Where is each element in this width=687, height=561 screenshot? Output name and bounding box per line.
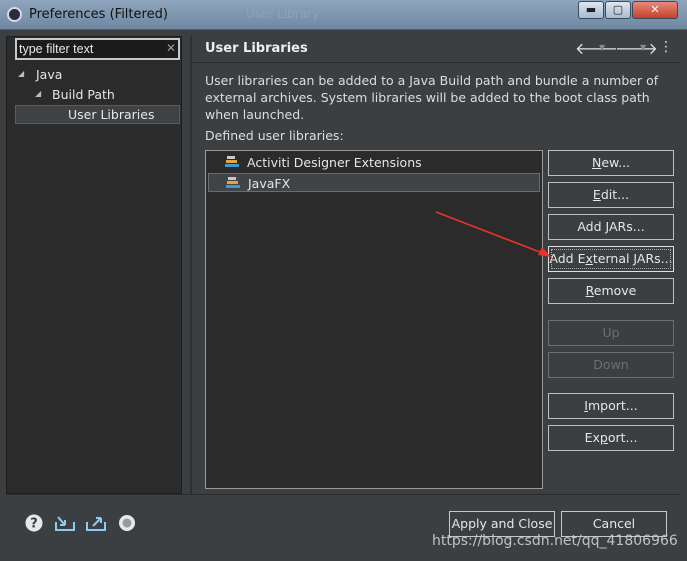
watermark: https://blog.csdn.net/qq_41806966	[432, 533, 678, 549]
library-label: JavaFX	[248, 176, 291, 191]
back-arrow-icon[interactable]: 🡐	[575, 38, 618, 58]
svg-text:?: ?	[30, 517, 38, 532]
window-title: Preferences (Filtered)	[29, 7, 168, 22]
pane-splitter[interactable]	[190, 36, 192, 494]
add-jars-button[interactable]: Add JARs...	[548, 214, 674, 240]
defined-libraries-label: Defined user libraries:	[205, 128, 344, 143]
maximize-button[interactable]: ▢	[605, 1, 631, 19]
filter-input[interactable]	[15, 38, 180, 60]
minimize-button[interactable]: ▬	[578, 1, 604, 19]
expand-build-path-icon[interactable]: ◢	[35, 89, 41, 98]
export-button[interactable]: Export...	[548, 425, 674, 451]
remove-button[interactable]: Remove	[548, 278, 674, 304]
eclipse-icon	[7, 7, 22, 22]
import-button[interactable]: Import...	[548, 393, 674, 419]
tree-item-build-path[interactable]: Build Path	[52, 85, 115, 104]
import-preferences-icon[interactable]	[54, 514, 76, 532]
down-button[interactable]: Down	[548, 352, 674, 378]
close-button[interactable]: ✕	[632, 1, 678, 19]
export-preferences-icon[interactable]	[85, 514, 107, 532]
page-description: User libraries can be added to a Java Bu…	[205, 73, 659, 122]
forward-arrow-icon[interactable]: 🡒	[615, 38, 658, 58]
help-icon[interactable]: ?	[25, 514, 43, 532]
library-icon	[226, 177, 240, 188]
back-dropdown-icon[interactable]: ▼	[599, 43, 605, 52]
forward-dropdown-icon[interactable]: ▼	[640, 43, 646, 52]
background-window-title: User Library	[246, 7, 320, 21]
new-button[interactable]: New...	[548, 150, 674, 176]
view-menu-icon[interactable]: ⋮	[659, 39, 673, 55]
library-item-activiti[interactable]: Activiti Designer Extensions	[208, 153, 540, 172]
footer-divider	[6, 494, 681, 495]
up-button[interactable]: Up	[548, 320, 674, 346]
library-item-javafx[interactable]: JavaFX	[208, 173, 540, 192]
record-icon[interactable]	[118, 514, 136, 532]
clear-filter-icon[interactable]: ✕	[166, 41, 176, 55]
tree-item-java[interactable]: Java	[36, 65, 62, 84]
page-title: User Libraries	[205, 41, 308, 56]
window-titlebar: Preferences (Filtered) User Library ▬ ▢ …	[0, 0, 687, 30]
add-external-jars-button[interactable]: Add External JARs...	[548, 246, 674, 272]
user-libraries-list[interactable]: Activiti Designer Extensions JavaFX	[205, 150, 543, 489]
tree-item-user-libraries[interactable]: User Libraries	[68, 105, 154, 124]
library-icon	[225, 156, 239, 167]
expand-java-icon[interactable]: ◢	[18, 69, 24, 78]
header-divider	[192, 62, 681, 63]
edit-button[interactable]: Edit...	[548, 182, 674, 208]
library-label: Activiti Designer Extensions	[247, 155, 422, 170]
